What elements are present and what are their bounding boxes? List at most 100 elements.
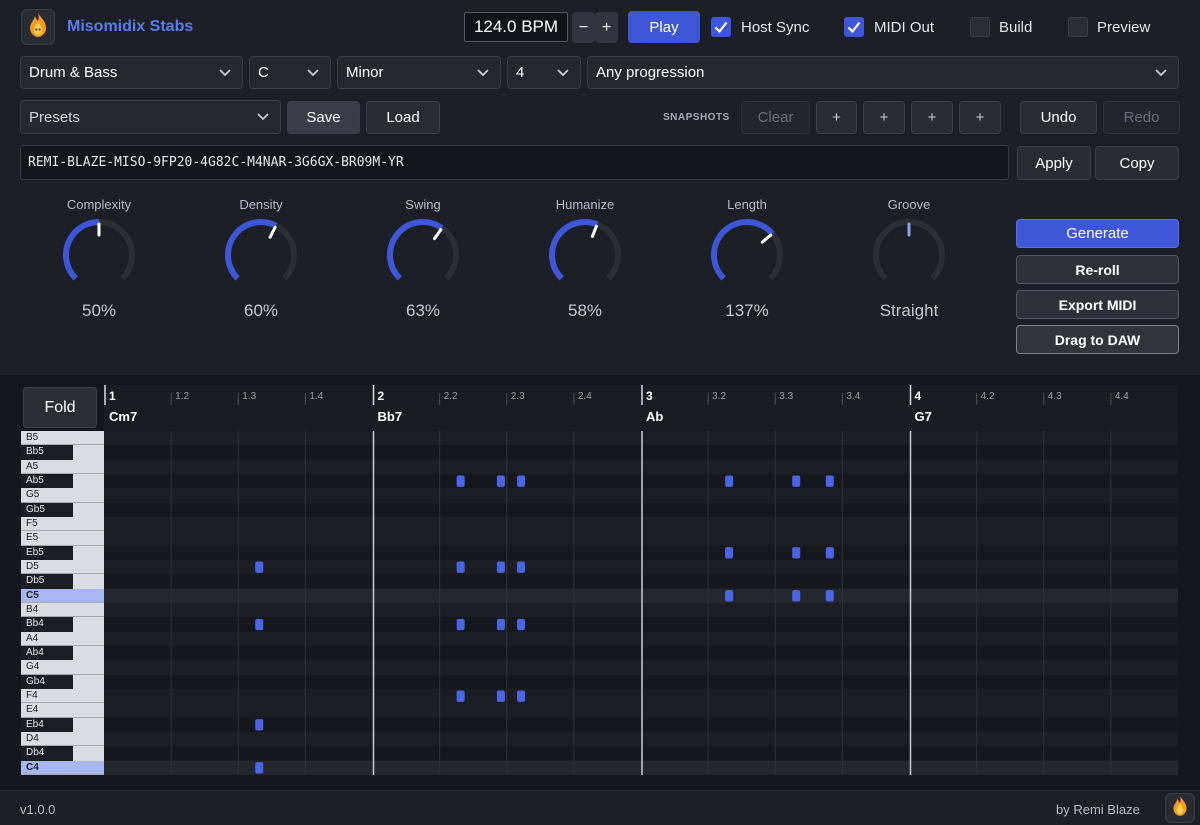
genre-select[interactable]: Drum & Bass bbox=[20, 56, 243, 89]
midi-note[interactable] bbox=[496, 618, 505, 631]
midi-note[interactable] bbox=[255, 719, 264, 731]
grid-row bbox=[104, 574, 1178, 589]
generate-button[interactable]: Generate bbox=[1016, 219, 1179, 248]
bpm-decrement-button[interactable]: − bbox=[572, 12, 595, 43]
piano-key-d4[interactable]: D4 bbox=[21, 732, 104, 747]
knob-value: 137% bbox=[725, 301, 769, 320]
midi-note[interactable] bbox=[456, 690, 465, 702]
apply-code-button[interactable]: Apply bbox=[1017, 146, 1091, 180]
midi-note[interactable] bbox=[517, 690, 526, 702]
timeline-ruler[interactable]: 1 1.2 1.3 1.4 2 2.2 2.3 2.4 3 3.2 3.3 3.4 4 4.2 4.3 4.4 bbox=[104, 385, 1178, 405]
midi-note[interactable] bbox=[825, 547, 834, 559]
piano-key-ab4[interactable]: Ab4 bbox=[21, 646, 104, 661]
presets-select[interactable]: Presets bbox=[20, 100, 281, 134]
drag-to-daw-button[interactable]: Drag to DAW bbox=[1016, 325, 1179, 354]
bars-select[interactable]: 4 bbox=[507, 56, 581, 89]
bars-select-value: 4 bbox=[516, 64, 525, 81]
load-preset-button[interactable]: Load bbox=[366, 101, 440, 134]
piano-key-db4[interactable]: Db4 bbox=[21, 746, 104, 761]
preview-checkbox[interactable] bbox=[1068, 17, 1088, 37]
midi-note[interactable] bbox=[496, 561, 505, 573]
piano-key-f4[interactable]: F4 bbox=[21, 689, 104, 704]
midi-note[interactable] bbox=[517, 561, 526, 573]
copy-code-button[interactable]: Copy bbox=[1095, 146, 1179, 180]
snapshot-slot-2-button[interactable]: + bbox=[863, 101, 905, 134]
bpm-increment-button[interactable]: + bbox=[595, 12, 618, 43]
piano-key-bb4[interactable]: Bb4 bbox=[21, 617, 104, 632]
piano-key-d5[interactable]: D5 bbox=[21, 560, 104, 575]
reroll-button[interactable]: Re-roll bbox=[1016, 255, 1179, 284]
scale-select[interactable]: Minor bbox=[337, 56, 501, 89]
complexity-knob[interactable]: Complexity 50% bbox=[44, 195, 154, 325]
progression-select[interactable]: Any progression bbox=[587, 56, 1179, 89]
midi-note[interactable] bbox=[792, 547, 801, 559]
midi-out-checkbox[interactable] bbox=[844, 17, 864, 37]
piano-key-a4[interactable]: A4 bbox=[21, 631, 104, 646]
midi-note[interactable] bbox=[517, 618, 526, 631]
midi-note[interactable] bbox=[725, 547, 734, 559]
redo-button[interactable]: Redo bbox=[1103, 101, 1180, 134]
beat-label: 2.2 bbox=[444, 391, 458, 402]
midi-note[interactable] bbox=[496, 475, 505, 487]
piano-key-eb5[interactable]: Eb5 bbox=[21, 545, 104, 560]
midi-note[interactable] bbox=[456, 475, 465, 487]
play-button[interactable]: Play bbox=[628, 11, 700, 43]
grid-row bbox=[104, 760, 1178, 775]
piano-key-a5[interactable]: A5 bbox=[21, 459, 104, 474]
piano-key-c4[interactable]: C4 bbox=[21, 760, 104, 775]
piano-key-b5[interactable]: B5 bbox=[21, 431, 104, 446]
midi-note[interactable] bbox=[255, 618, 264, 631]
piano-key-g5[interactable]: G5 bbox=[21, 488, 104, 503]
midi-note[interactable] bbox=[456, 561, 465, 573]
piano-key-bb5[interactable]: Bb5 bbox=[21, 445, 104, 460]
note-grid[interactable] bbox=[104, 431, 1178, 775]
bpm-field[interactable]: 124.0 BPM bbox=[464, 12, 568, 42]
midi-note[interactable] bbox=[792, 590, 801, 602]
midi-note[interactable] bbox=[456, 618, 465, 631]
host-sync-checkbox[interactable] bbox=[711, 17, 731, 37]
piano-key-db5[interactable]: Db5 bbox=[21, 574, 104, 589]
midi-note[interactable] bbox=[517, 475, 526, 487]
knob-dial bbox=[225, 219, 297, 281]
clear-snapshots-button[interactable]: Clear bbox=[741, 101, 810, 134]
midi-note[interactable] bbox=[725, 590, 734, 602]
groove-knob[interactable]: Groove Straight bbox=[854, 195, 964, 325]
piano-key-eb4[interactable]: Eb4 bbox=[21, 717, 104, 732]
piano-key-gb5[interactable]: Gb5 bbox=[21, 502, 104, 517]
knob-pointer bbox=[760, 233, 773, 244]
snapshot-slot-4-button[interactable]: + bbox=[959, 101, 1001, 134]
piano-key-e5[interactable]: E5 bbox=[21, 531, 104, 546]
beat-label: 3.2 bbox=[712, 391, 726, 402]
midi-note[interactable] bbox=[496, 690, 505, 702]
piano-keyboard[interactable]: B5 Bb5 A5 Ab5 G5 Gb5 F5 E5 Eb5 D5 Db5 C5 B4 Bb4 A4 Ab4 G… bbox=[21, 431, 104, 775]
grid-row bbox=[104, 517, 1178, 532]
key-select[interactable]: C bbox=[249, 56, 331, 89]
piano-key-gb4[interactable]: Gb4 bbox=[21, 674, 104, 689]
density-knob[interactable]: Density 60% bbox=[206, 195, 316, 325]
knob-label: Humanize bbox=[555, 197, 615, 212]
midi-note[interactable] bbox=[792, 475, 801, 487]
save-preset-button[interactable]: Save bbox=[287, 101, 360, 134]
build-checkbox[interactable] bbox=[970, 17, 990, 37]
piano-key-c5[interactable]: C5 bbox=[21, 588, 104, 603]
snapshot-slot-1-button[interactable]: + bbox=[816, 101, 857, 134]
fold-button[interactable]: Fold bbox=[23, 387, 97, 428]
snapshot-slot-3-button[interactable]: + bbox=[911, 101, 953, 134]
midi-note[interactable] bbox=[255, 762, 264, 774]
midi-note[interactable] bbox=[255, 561, 264, 573]
pattern-code-field[interactable]: REMI-BLAZE-MISO-9FP20-4G82C-M4NAR-3G6GX-… bbox=[20, 145, 1009, 180]
piano-key-g4[interactable]: G4 bbox=[21, 660, 104, 675]
midi-note[interactable] bbox=[825, 475, 834, 487]
export-midi-button[interactable]: Export MIDI bbox=[1016, 290, 1179, 319]
piano-key-ab5[interactable]: Ab5 bbox=[21, 474, 104, 489]
piano-key-f5[interactable]: F5 bbox=[21, 517, 104, 532]
swing-knob[interactable]: Swing 63% bbox=[368, 195, 478, 325]
midi-note[interactable] bbox=[725, 475, 734, 487]
undo-button[interactable]: Undo bbox=[1020, 101, 1097, 134]
length-knob[interactable]: Length 137% bbox=[692, 195, 802, 325]
humanize-knob[interactable]: Humanize 58% bbox=[530, 195, 640, 325]
midi-note[interactable] bbox=[825, 590, 834, 602]
piano-key-e4[interactable]: E4 bbox=[21, 703, 104, 718]
piano-key-b4[interactable]: B4 bbox=[21, 603, 104, 618]
host-sync-label: Host Sync bbox=[741, 19, 810, 36]
